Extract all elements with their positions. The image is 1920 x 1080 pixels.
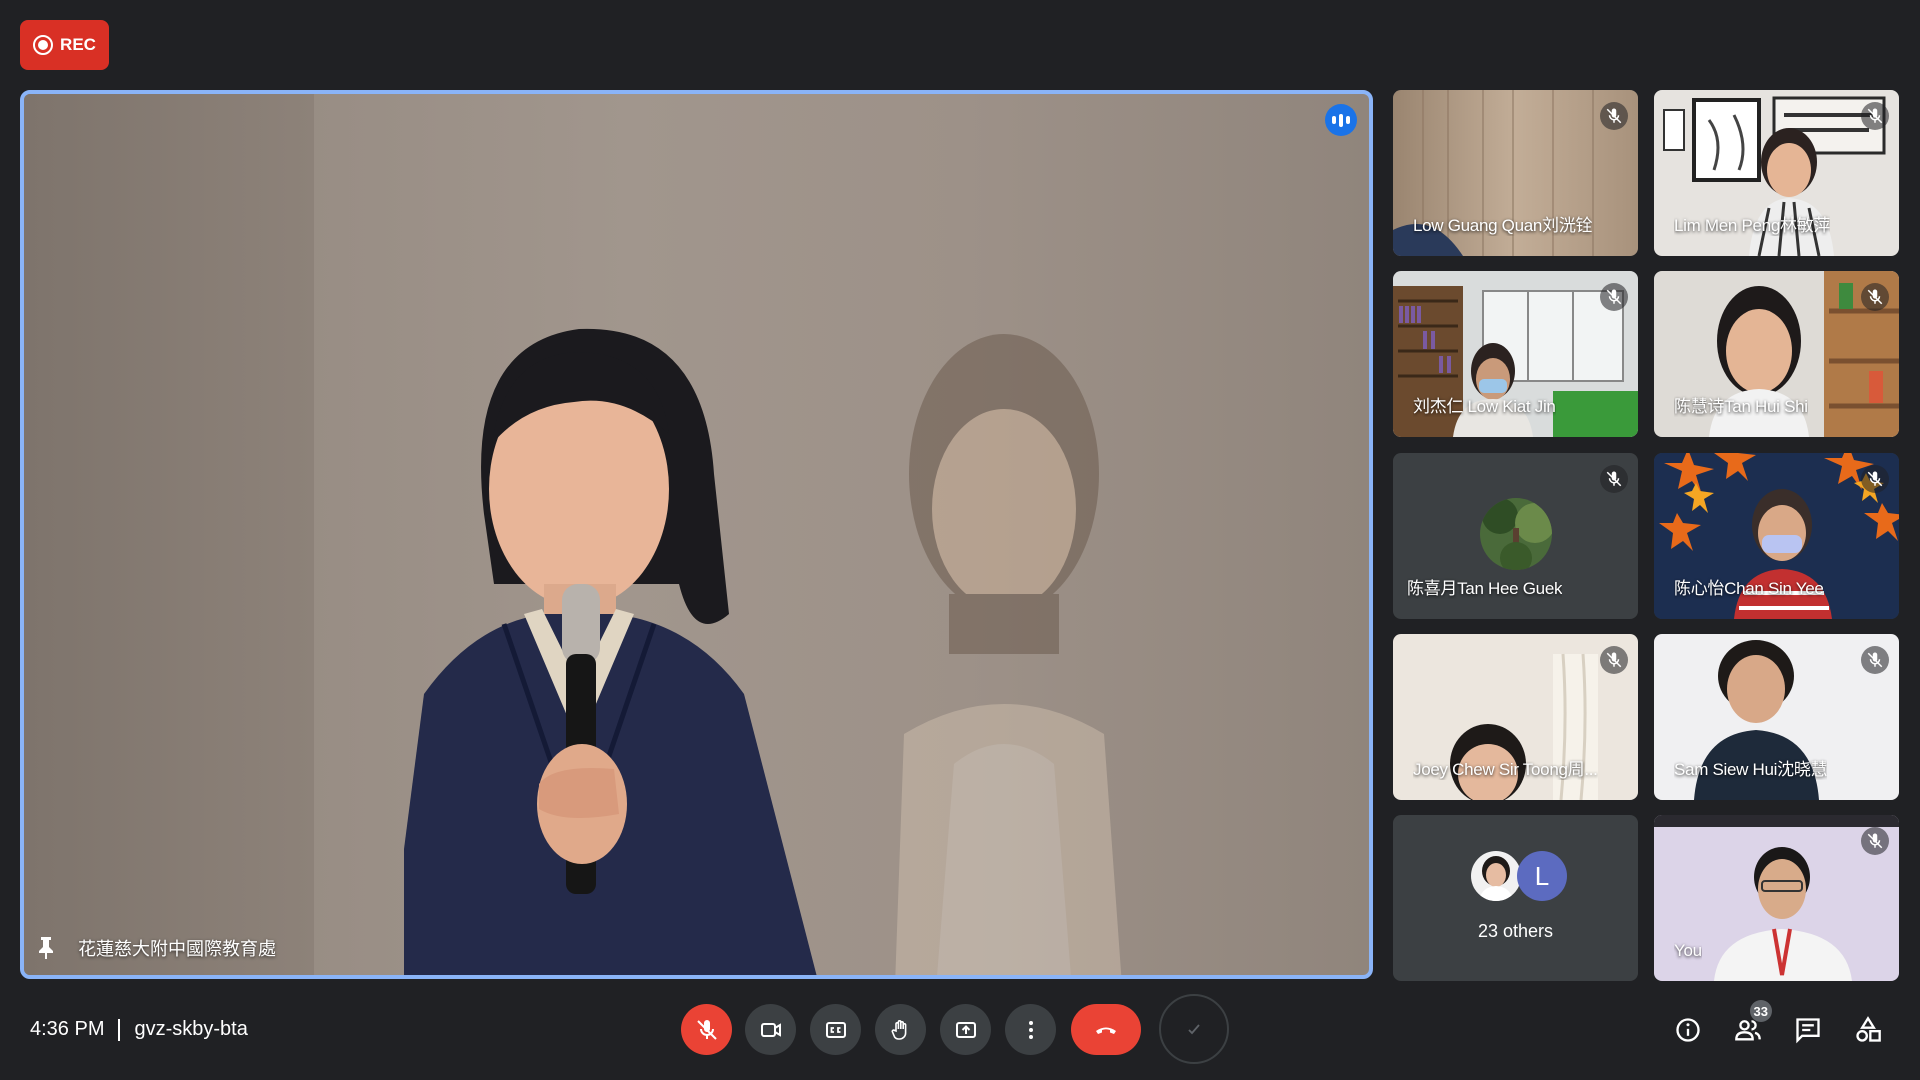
mic-off-icon [1861,827,1889,855]
captions-button[interactable] [810,1004,861,1055]
speaking-indicator-icon [1325,104,1357,136]
participant-name: Low Guang Quan刘洸铨 [1413,216,1593,235]
present-screen-icon [955,1021,976,1038]
check-button[interactable] [1159,994,1229,1064]
end-call-icon [1096,1027,1116,1034]
microphone-toggle-button[interactable] [681,1004,732,1055]
participant-name: 刘杰仁 Low Kiat Jin [1413,397,1556,416]
participant-name: 陈喜月Tan Hee Guek [1407,579,1563,598]
participant-name: Sam Siew Hui沈晓慧 [1674,760,1828,779]
background-wall [24,94,314,975]
participant-tile[interactable]: 陈心怡Chan Sin Yee [1654,453,1899,619]
meeting-time: 4:36 PM [30,1018,105,1040]
captions-icon [825,1021,846,1038]
mic-off-icon [1600,646,1628,674]
mic-off-icon [696,1019,717,1040]
meeting-code: gvz-skby-bta [134,1018,248,1040]
participant-name: You [1674,941,1702,960]
mic-off-icon [1600,102,1628,130]
more-options-button[interactable] [1005,1004,1056,1055]
mic-off-icon [1600,465,1628,493]
mic-off-icon [1861,646,1889,674]
participant-name: 陈心怡Chan Sin Yee [1674,579,1824,598]
participant-tile[interactable]: Sam Siew Hui沈晓慧 [1654,634,1899,800]
record-icon [33,35,54,55]
chat-button[interactable] [1792,1014,1824,1046]
participant-tile[interactable]: 陈喜月Tan Hee Guek [1393,453,1638,619]
participant-name: Lim Men Peng林敏萍 [1674,216,1831,235]
camera-toggle-button[interactable] [745,1004,796,1055]
self-tile[interactable]: You [1654,815,1899,981]
more-options-icon [1028,1020,1033,1039]
participant-name: 陈慧诗Tan Hui Shi [1674,397,1808,416]
mic-off-icon [1861,283,1889,311]
main-speaker-tile[interactable]: 花蓮慈大附中國際教育處 [20,90,1373,979]
recording-label: REC [60,35,96,54]
projected-image [895,334,1122,975]
people-button[interactable]: 33 [1732,1000,1772,1046]
others-count: 23 others [1477,921,1554,941]
activities-icon [1856,1016,1881,1042]
others-avatars: L [1471,851,1567,901]
people-count-badge: 33 [1749,1000,1772,1022]
meeting-info: 4:36 PM gvz-skby-bta [30,1018,248,1041]
info-icon [1676,1018,1700,1042]
participant-tile[interactable]: Lim Men Peng林敏萍 [1654,90,1899,256]
mic-off-icon [1600,283,1628,311]
speaker-video [404,328,817,975]
mic-off-icon [1861,102,1889,130]
check-icon [1188,1024,1200,1035]
avatar [1480,498,1552,570]
raise-hand-button[interactable] [875,1004,926,1055]
participant-tile[interactable]: Joey Chew Sir Toong周... [1393,634,1638,800]
activities-button[interactable] [1852,1014,1884,1046]
participant-tile[interactable]: Low Guang Quan刘洸铨 [1393,90,1638,256]
chat-icon [1796,1018,1820,1044]
pin-icon[interactable] [36,936,56,960]
mic-off-icon [1861,465,1889,493]
avatar-letter: L [1517,851,1567,901]
main-speaker-label: 花蓮慈大附中國際教育處 [36,935,276,961]
meeting-details-button[interactable] [1672,1014,1704,1046]
participant-tile[interactable]: 陈慧诗Tan Hui Shi [1654,271,1899,437]
main-speaker-name: 花蓮慈大附中國際教育處 [78,939,276,959]
camera-icon [760,1022,781,1037]
recording-indicator: REC [20,20,109,70]
divider [118,1018,121,1041]
others-tile[interactable]: L 23 others [1393,815,1638,981]
participant-tile[interactable]: 刘杰仁 Low Kiat Jin [1393,271,1638,437]
leave-call-button[interactable] [1071,1004,1141,1055]
participant-name: Joey Chew Sir Toong周... [1413,760,1598,779]
present-now-button[interactable] [940,1004,991,1055]
avatar [1471,851,1521,901]
raise-hand-icon [891,1019,906,1040]
